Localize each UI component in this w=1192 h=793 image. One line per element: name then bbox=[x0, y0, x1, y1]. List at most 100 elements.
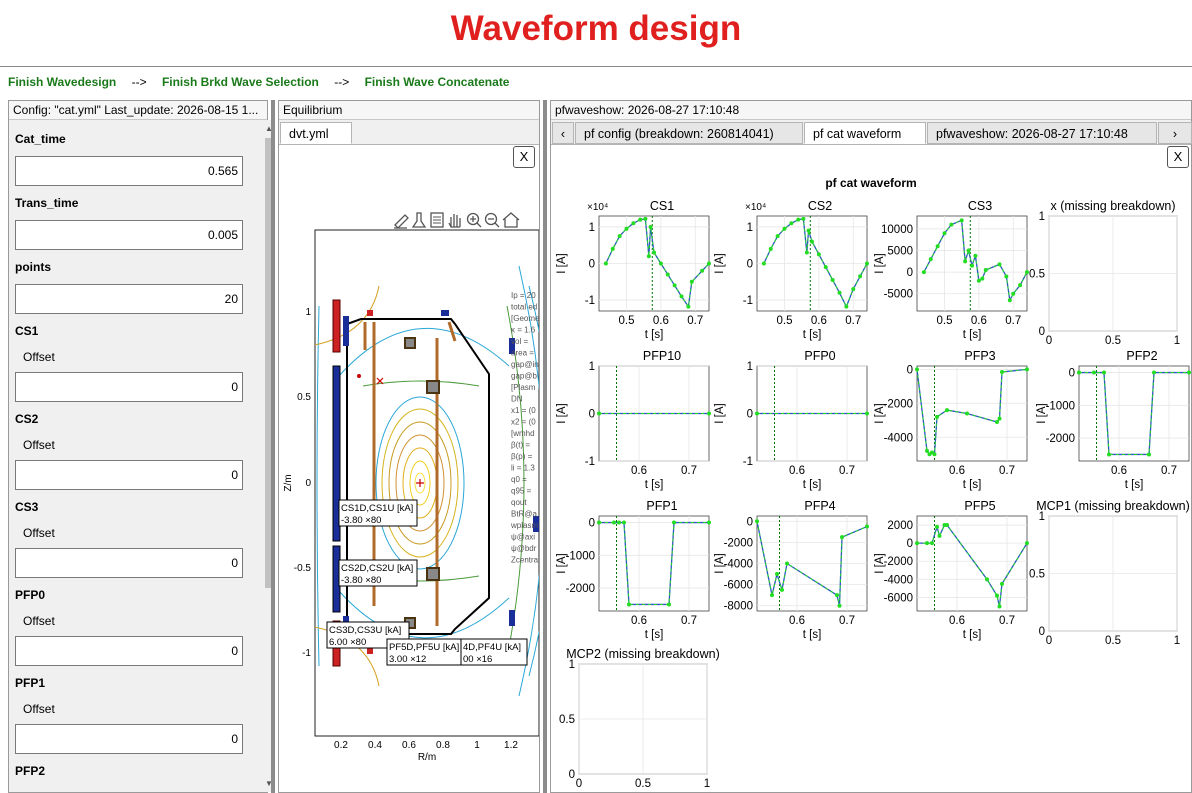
data-point bbox=[976, 278, 981, 283]
x-tick-label: 1 bbox=[1174, 635, 1180, 647]
x-tick-label: 0.2 bbox=[334, 740, 348, 751]
brush-icon[interactable] bbox=[411, 212, 427, 228]
data-point bbox=[780, 587, 784, 592]
tab-pf-config[interactable]: pf config (breakdown: 260814041) bbox=[575, 122, 803, 144]
nav-finish-wave-concatenate[interactable]: Finish Wave Concatenate bbox=[365, 75, 510, 89]
x-tick-label: 0.7 bbox=[839, 615, 855, 627]
data-point bbox=[679, 294, 684, 299]
data-point bbox=[945, 408, 949, 413]
y-tick-label: -1 bbox=[743, 295, 753, 307]
nav-finish-brkd-wave-selection[interactable]: Finish Brkd Wave Selection bbox=[162, 75, 319, 89]
x-tick-label: 0.4 bbox=[368, 740, 382, 751]
panel-splitter[interactable] bbox=[543, 100, 547, 793]
data-point bbox=[937, 533, 942, 538]
x-tick-label: 0.6 bbox=[971, 315, 987, 327]
offset-label: Offset bbox=[23, 350, 55, 364]
tab-scroll-right-icon[interactable]: › bbox=[1158, 122, 1192, 144]
tab-scroll-left-icon[interactable]: ‹ bbox=[552, 122, 574, 144]
tab-pf-cat-waveform[interactable]: pf cat waveform bbox=[804, 122, 926, 144]
data-point bbox=[768, 246, 773, 251]
data-point bbox=[761, 261, 766, 266]
equilibrium-panel: Equilibrium dvt.yml X CS1D,CS1U [kA] -3.… bbox=[278, 100, 540, 793]
cat-time-input[interactable]: 0.565 bbox=[15, 156, 243, 186]
data-point bbox=[755, 411, 759, 416]
zoom-out-icon[interactable] bbox=[484, 212, 500, 228]
y-axis-label: I [A] bbox=[1036, 403, 1048, 423]
coil-annotation-value: 3.00 ×12 bbox=[389, 654, 426, 665]
data-point bbox=[627, 602, 631, 607]
coil-label-cs3: CS3 bbox=[15, 500, 39, 514]
nav-finish-wavedesign[interactable]: Finish Wavedesign bbox=[8, 75, 116, 89]
pfwave-panel-title: pfwaveshow: 2026-08-27 17:10:48 bbox=[551, 101, 1191, 120]
data-point bbox=[837, 603, 842, 608]
cs1-offset-input[interactable]: 0 bbox=[15, 372, 243, 402]
y-axis-label: Z/m bbox=[283, 474, 294, 491]
subplot-axes bbox=[598, 515, 710, 612]
y-tick-label: 2000 bbox=[887, 520, 913, 532]
data-point bbox=[755, 519, 759, 524]
header-divider bbox=[0, 66, 1192, 67]
tab-pfwaveshow[interactable]: pfwaveshow: 2026-08-27 17:10:48 bbox=[927, 122, 1157, 144]
equilibrium-close-button[interactable]: X bbox=[513, 146, 535, 168]
x-tick-label: 0.6 bbox=[1111, 465, 1127, 477]
data-point bbox=[997, 416, 1002, 421]
equilibrium-info-line: Zcentra bbox=[511, 556, 539, 565]
pfp0-offset-input[interactable]: 0 bbox=[15, 636, 243, 666]
equilibrium-info-line: vol = bbox=[511, 337, 528, 346]
x-axis-label: t [s] bbox=[645, 479, 664, 491]
data-point bbox=[925, 541, 929, 546]
equilibrium-info-line: gap@b bbox=[511, 372, 537, 381]
y-tick-label: -1 bbox=[302, 648, 311, 659]
x-tick-label: 0 bbox=[576, 778, 582, 790]
x-axis-label: t [s] bbox=[645, 329, 664, 341]
data-point bbox=[840, 535, 844, 540]
data-point bbox=[789, 221, 794, 226]
points-input[interactable]: 20 bbox=[15, 284, 243, 314]
tab-dvt-yml[interactable]: dvt.yml bbox=[280, 122, 352, 144]
coil-label-pfp2: PFP2 bbox=[15, 764, 46, 778]
x-tick-label: 1 bbox=[1174, 335, 1180, 347]
x-tick-label: 0 bbox=[1046, 335, 1052, 347]
data-point bbox=[935, 414, 939, 419]
data-point bbox=[865, 524, 869, 529]
home-icon[interactable] bbox=[502, 212, 520, 228]
x-tick-label: 1 bbox=[474, 740, 480, 751]
data-point bbox=[810, 239, 814, 244]
coil-annotation-value: -3.80 ×80 bbox=[341, 575, 381, 586]
subplot-mcp2: 0 0.5 100.51MCP2 (missing breakdown) bbox=[559, 647, 720, 790]
cs3-offset-input[interactable]: 0 bbox=[15, 548, 243, 578]
y-tick-label: -6000 bbox=[724, 580, 753, 592]
points-label: points bbox=[15, 260, 51, 274]
y-tick-label: 0 bbox=[1039, 326, 1045, 338]
subplot-pfp3: 0.6 0.7 -4000 -2000 0 PFP3 t [s] I [A] bbox=[874, 349, 1029, 491]
data-point bbox=[806, 228, 811, 233]
x-tick-label: 0.5 bbox=[635, 778, 651, 790]
axis-exponent: ×10⁴ bbox=[745, 202, 766, 213]
coil-annotation-value: -3.80 ×80 bbox=[341, 515, 381, 526]
y-axis-label: I [A] bbox=[714, 553, 726, 573]
subplot-title: PFP3 bbox=[964, 349, 995, 363]
x-tick-label: 0.6 bbox=[949, 465, 965, 477]
coil-annotation-title: CS3D,CS3U [kA] bbox=[329, 625, 401, 636]
data-point bbox=[707, 261, 711, 266]
x-tick-label: 0.8 bbox=[436, 740, 450, 751]
y-tick-label: -2000 bbox=[566, 583, 595, 595]
y-tick-label: -4000 bbox=[884, 574, 913, 586]
pfp1-offset-input[interactable]: 0 bbox=[15, 724, 243, 754]
datatip-icon[interactable] bbox=[430, 212, 444, 228]
trans-time-input[interactable]: 0.005 bbox=[15, 220, 243, 250]
equilibrium-info-line: BtR@a bbox=[511, 510, 537, 519]
equilibrium-info-line: ψ@axi bbox=[511, 533, 535, 542]
zoom-in-icon[interactable] bbox=[466, 212, 482, 228]
panel-splitter[interactable] bbox=[271, 100, 275, 793]
data-point bbox=[1102, 370, 1106, 375]
equilibrium-info-line: κ = 1.6 bbox=[511, 326, 536, 335]
y-tick-label: 0.5 bbox=[297, 392, 311, 403]
cs2-offset-input[interactable]: 0 bbox=[15, 460, 243, 490]
data-point bbox=[973, 253, 978, 258]
config-panel-title: Config: "cat.yml" Last_update: 2026-08-1… bbox=[9, 101, 267, 120]
pfwave-close-button[interactable]: X bbox=[1167, 146, 1189, 168]
data-point bbox=[930, 541, 934, 546]
data-point bbox=[935, 524, 939, 529]
subplot-x: 0 0.5 1 0 0.5 1 x (missing breakdown) bbox=[1029, 199, 1180, 347]
